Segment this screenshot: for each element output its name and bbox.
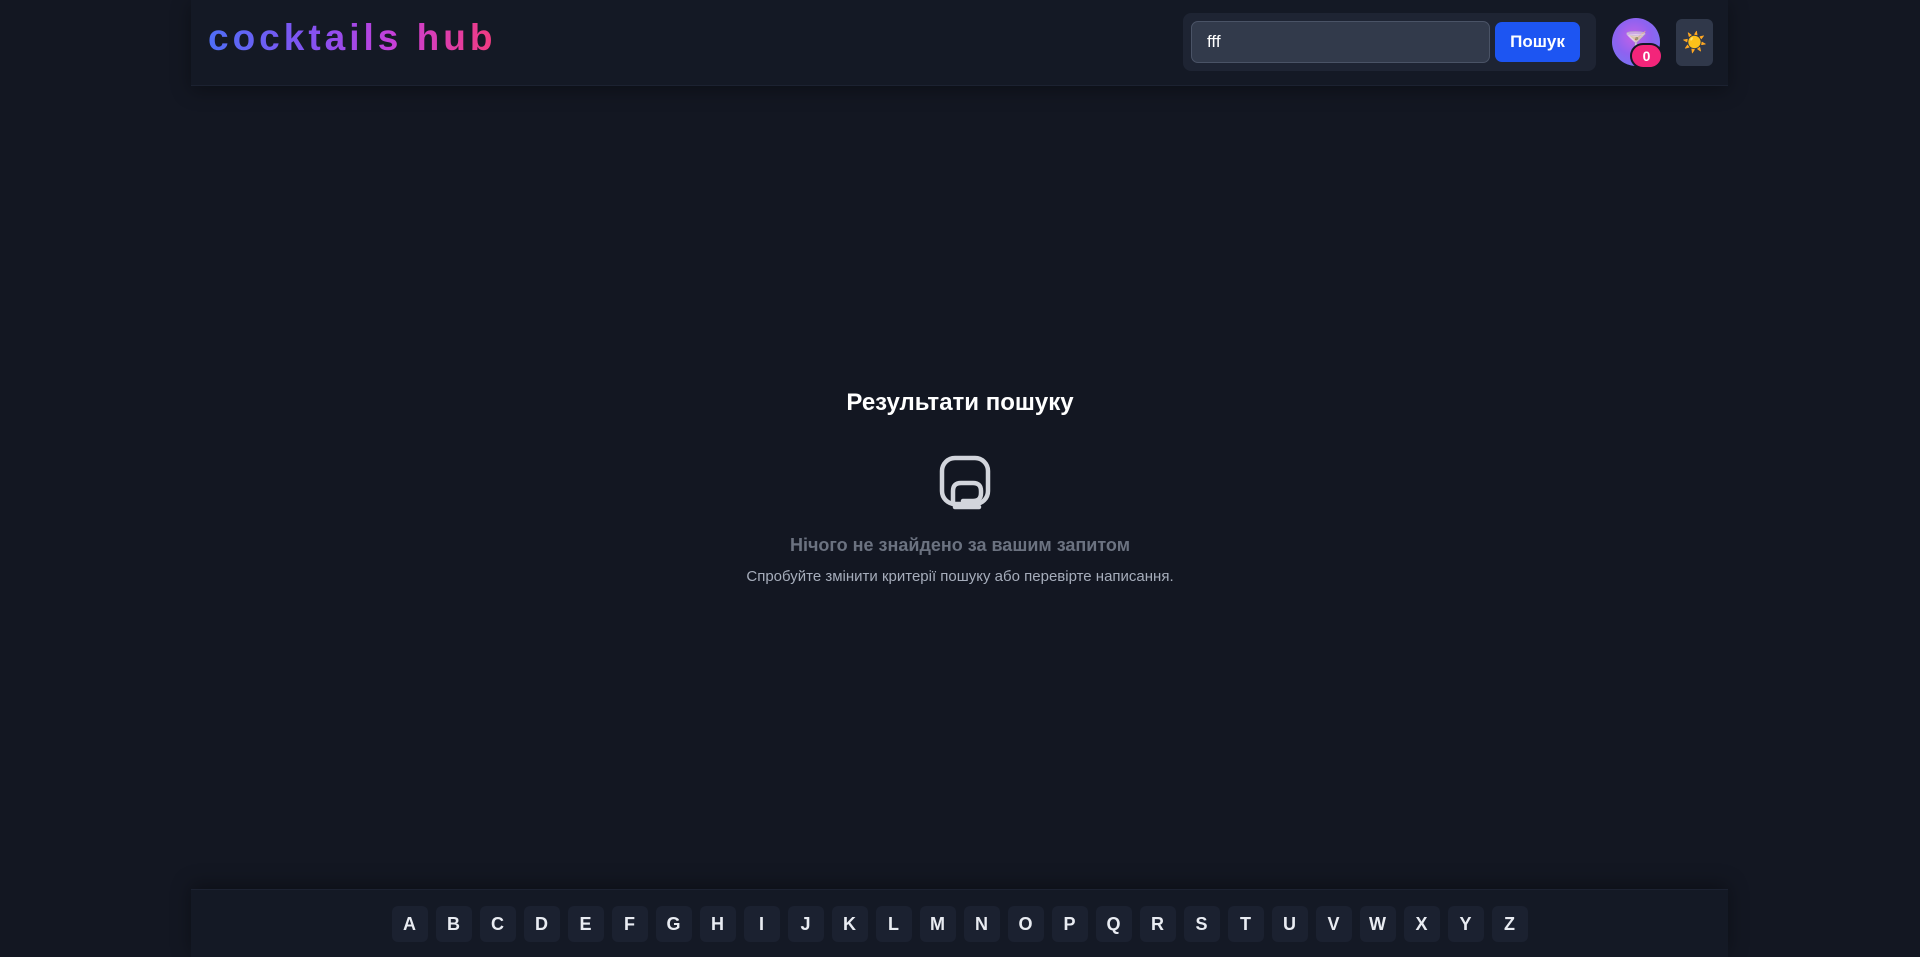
letter-button[interactable]: Z (1491, 906, 1528, 942)
letter-button[interactable]: A (391, 906, 428, 942)
letter-button[interactable]: C (479, 906, 516, 942)
letter-button[interactable]: K (831, 906, 868, 942)
letter-button[interactable]: T (1227, 906, 1264, 942)
letter-button[interactable]: H (699, 906, 736, 942)
site-header: cocktails hub Пошук 🍸 0 ☀️ (191, 0, 1728, 86)
letter-button[interactable]: F (611, 906, 648, 942)
letter-button[interactable]: U (1271, 906, 1308, 942)
letter-button[interactable]: M (919, 906, 956, 942)
alphabet-bar: ABCDEFGHIJKLMNOPQRSTUVWXYZ (191, 889, 1728, 957)
search-form: Пошук (1183, 13, 1596, 71)
favorites-count-badge: 0 (1630, 43, 1663, 69)
sun-icon: ☀️ (1682, 32, 1707, 54)
letter-button[interactable]: P (1051, 906, 1088, 942)
letter-button[interactable]: R (1139, 906, 1176, 942)
letter-button[interactable]: Y (1447, 906, 1484, 942)
letter-button[interactable]: J (787, 906, 824, 942)
letter-button[interactable]: N (963, 906, 1000, 942)
empty-results-icon (939, 455, 991, 510)
letter-button[interactable]: I (743, 906, 780, 942)
letter-button[interactable]: O (1007, 906, 1044, 942)
page: cocktails hub Пошук 🍸 0 ☀️ Результати по… (0, 0, 1920, 957)
empty-state-subtitle: Спробуйте змінити критерії пошуку або пе… (746, 568, 1174, 585)
logo[interactable]: cocktails hub (208, 19, 496, 56)
letter-button[interactable]: Q (1095, 906, 1132, 942)
letter-button[interactable]: D (523, 906, 560, 942)
search-input[interactable] (1191, 21, 1490, 63)
empty-state-title: Нічого не знайдено за вашим запитом (789, 535, 1131, 555)
page-title: Результати пошуку (846, 389, 1074, 416)
letter-button[interactable]: W (1359, 906, 1396, 942)
letter-button[interactable]: S (1183, 906, 1220, 942)
search-button[interactable]: Пошук (1495, 22, 1580, 62)
alphabet-letters: ABCDEFGHIJKLMNOPQRSTUVWXYZ (191, 906, 1728, 942)
theme-toggle-button[interactable]: ☀️ (1676, 19, 1713, 66)
letter-button[interactable]: E (567, 906, 604, 942)
letter-button[interactable]: G (655, 906, 692, 942)
letter-button[interactable]: V (1315, 906, 1352, 942)
letter-button[interactable]: B (435, 906, 472, 942)
letter-button[interactable]: X (1403, 906, 1440, 942)
letter-button[interactable]: L (875, 906, 912, 942)
